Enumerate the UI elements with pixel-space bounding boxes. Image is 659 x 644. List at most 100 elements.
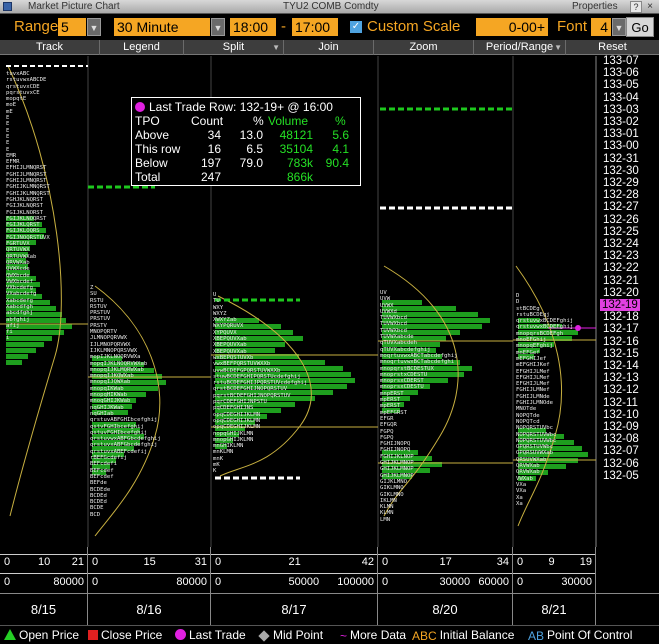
legend-mid-point: Mid Point bbox=[258, 627, 323, 644]
price-label: 132-19 bbox=[600, 299, 640, 311]
price-label: 132-29 bbox=[603, 177, 639, 189]
info-box-cell-label: This row bbox=[135, 142, 181, 156]
range-dropdown-icon[interactable]: ▼ bbox=[87, 18, 101, 36]
scale-tick-label: 0 bbox=[92, 576, 99, 588]
font-dropdown-icon[interactable]: ▼ bbox=[612, 18, 626, 36]
price-label: 132-06 bbox=[603, 457, 639, 470]
price-label: 132-12 bbox=[603, 384, 639, 397]
period-range-label: Period/Range bbox=[485, 41, 554, 53]
scale-tick-label: 15 bbox=[143, 556, 156, 568]
scale-tick-label: 50000 bbox=[288, 576, 320, 588]
price-label: 133-04 bbox=[603, 91, 639, 104]
session-scale-cell: 0 21 42 0 50000 100000 bbox=[211, 547, 378, 593]
info-box-column-header: TPO Count % Volume % bbox=[135, 114, 359, 128]
tpo-letters-session-2: Z SU RSTU RSTUV PRSTUV PRSTUV PRSTV MNOP… bbox=[90, 285, 161, 518]
start-time-input[interactable]: 18:00 bbox=[230, 18, 276, 36]
col-volume: Volume bbox=[268, 114, 309, 128]
split-button[interactable]: Split ▼ bbox=[184, 40, 284, 55]
legend-label: More Data bbox=[350, 628, 407, 642]
price-label: 132-15 bbox=[603, 347, 639, 360]
scale-tick-label: 60000 bbox=[478, 576, 509, 588]
scale-input[interactable]: 0-00+ bbox=[476, 18, 548, 36]
tpo-letters-session-5: D D stBCDEg rstuBCDEgj qrstuvwxBCDEFghij… bbox=[516, 293, 574, 507]
last-trade-info-box: Last Trade Row: 132-19+ @ 16:00 TPO Coun… bbox=[131, 97, 361, 186]
font-label: Font bbox=[557, 18, 588, 35]
custom-scale-checkbox[interactable]: ✓ bbox=[350, 21, 362, 33]
legend-last-trade: Last Trade bbox=[175, 627, 246, 644]
period-range-button[interactable]: Period/Range ▼ bbox=[474, 40, 566, 55]
price-label: 133-00 bbox=[603, 140, 639, 153]
session-scale-cell: 0 9 19 0 30000 bbox=[513, 547, 596, 593]
custom-scale-label: Custom Scale bbox=[367, 18, 461, 35]
info-box-row: Below 197 79.0 783k 90.4 bbox=[135, 156, 359, 170]
price-label: 133-05 bbox=[603, 79, 639, 92]
scale-tick-label: 80000 bbox=[53, 576, 84, 588]
interval-dropdown-icon[interactable]: ▼ bbox=[211, 18, 225, 36]
app-icon bbox=[3, 2, 12, 11]
join-button[interactable]: Join bbox=[284, 40, 374, 55]
info-box-header: Last Trade Row: 132-19+ @ 16:00 bbox=[135, 100, 333, 114]
legend-label: Close Price bbox=[101, 628, 163, 642]
session-date: 8/17 bbox=[211, 594, 378, 626]
price-label: 132-14 bbox=[603, 360, 639, 372]
volume-scale-line bbox=[211, 573, 377, 574]
tpo-scale-line bbox=[211, 554, 377, 555]
range-input[interactable]: 5 bbox=[58, 18, 86, 36]
info-box-row: Total 247 866k bbox=[135, 170, 359, 184]
scale-tick-label: 42 bbox=[361, 556, 374, 568]
reset-button[interactable]: Reset bbox=[566, 40, 659, 55]
security-title: TYU2 COMB Comdty bbox=[283, 1, 379, 12]
price-label: 132-18 bbox=[603, 311, 639, 324]
price-label: 132-30 bbox=[603, 164, 639, 177]
close-icon[interactable]: × bbox=[644, 1, 656, 13]
scale-tick-label: 30000 bbox=[439, 576, 471, 588]
price-label: 132-24 bbox=[603, 238, 639, 250]
info-box-cell-label: Below bbox=[135, 156, 168, 170]
zoom-button[interactable]: Zoom bbox=[374, 40, 474, 55]
end-time-input[interactable]: 17:00 bbox=[292, 18, 338, 36]
last-trade-icon bbox=[175, 629, 186, 640]
info-box-cell-count: 197 bbox=[200, 156, 221, 170]
session-date: 8/20 bbox=[378, 594, 513, 626]
mid-point-icon bbox=[258, 630, 270, 642]
help-button[interactable]: ? bbox=[630, 1, 642, 13]
info-box-cell-volume: 48121 bbox=[279, 128, 313, 142]
more-data-icon: ~ bbox=[340, 629, 348, 643]
price-label: 132-27 bbox=[603, 201, 639, 214]
legend-initial-balance: ABC Initial Balance bbox=[412, 627, 514, 644]
tpo-letters-session-1: tuvxABC rstuvwxABCDE qrstuvxCDE pqrstuvx… bbox=[6, 71, 50, 342]
legend-label: Point Of Control bbox=[547, 628, 633, 642]
session-scale-cell: 0 10 21 0 80000 bbox=[0, 547, 88, 593]
scale-tick-label: 17 bbox=[439, 556, 452, 568]
price-label: 132-21 bbox=[603, 274, 639, 287]
session-dates: 8/15 8/16 8/17 8/20 8/21 bbox=[0, 593, 659, 626]
legend-label: Mid Point bbox=[273, 628, 324, 642]
initial-balance-icon: ABC bbox=[412, 629, 437, 643]
scale-tick-label: 0 bbox=[215, 556, 222, 568]
price-label: 132-16 bbox=[603, 335, 639, 348]
scale-tick-label: 0 bbox=[4, 556, 11, 568]
font-size-input[interactable]: 4 bbox=[591, 18, 611, 36]
col-pct: % bbox=[253, 114, 264, 128]
price-label: 132-09 bbox=[603, 421, 639, 433]
session-date: 8/21 bbox=[513, 594, 596, 626]
tpo-scale-line bbox=[88, 554, 210, 555]
tpo-scale-line bbox=[378, 554, 512, 555]
properties-button[interactable]: Properties bbox=[572, 0, 618, 14]
scale-tick-label: 0 bbox=[517, 556, 524, 568]
go-button[interactable]: Go bbox=[626, 17, 654, 37]
price-label: 132-23 bbox=[603, 250, 639, 263]
legend-close-price: Close Price bbox=[88, 627, 162, 644]
scale-tick-label: 0 bbox=[215, 576, 222, 588]
info-box-cell-count: 247 bbox=[200, 170, 221, 184]
legend-button[interactable]: Legend bbox=[100, 40, 184, 55]
point-of-control-icon: AB bbox=[528, 629, 545, 643]
scale-tick-label: 0 bbox=[92, 556, 99, 568]
track-button[interactable]: Track bbox=[0, 40, 100, 55]
info-box-cell-pct: 6.5 bbox=[246, 142, 263, 156]
session-scale-cell: 0 15 31 0 80000 bbox=[88, 547, 211, 593]
info-box-cell-volume: 35104 bbox=[279, 142, 313, 156]
info-box-cell-label: Above bbox=[135, 128, 170, 142]
interval-select[interactable]: 30 Minute bbox=[114, 18, 210, 36]
info-box-header-text: Last Trade Row: 132-19+ @ 16:00 bbox=[149, 100, 333, 114]
